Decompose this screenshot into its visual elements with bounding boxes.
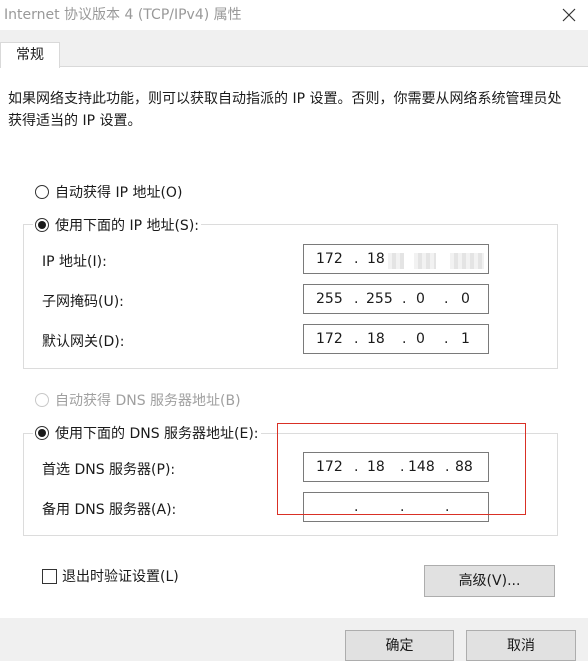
tab-strip <box>0 30 588 66</box>
radio-manual-dns-label: 使用下面的 DNS 服务器地址(E): <box>55 426 259 442</box>
default-gateway-dot-3: . <box>444 331 449 347</box>
ip-address-redaction-1 <box>388 253 404 269</box>
subnet-mask-dot-1: . <box>354 291 359 307</box>
cancel-button[interactable]: 取消 <box>466 630 576 661</box>
ok-button[interactable]: 确定 <box>345 630 454 661</box>
radio-manual-ip-label: 使用下面的 IP 地址(S): <box>55 218 199 234</box>
subnet-mask-octet-3: 0 <box>416 291 425 307</box>
subnet-mask-field[interactable]: 255 . 255 . 0 . 0 <box>303 284 489 314</box>
default-gateway-dot-1: . <box>354 331 359 347</box>
close-button[interactable] <box>550 0 588 30</box>
radio-manual-dns-circle[interactable] <box>35 426 49 440</box>
validate-on-exit-checkbox[interactable] <box>42 568 57 584</box>
ip-address-dot-1: . <box>354 251 359 267</box>
tab-general[interactable]: 常规 <box>0 42 60 68</box>
default-gateway-field[interactable]: 172 . 18 . 0 . 1 <box>303 324 489 354</box>
validate-on-exit[interactable]: 退出时验证设置(L) <box>42 566 179 586</box>
radio-auto-dns-label: 自动获得 DNS 服务器地址(B) <box>55 393 241 409</box>
ip-address-field[interactable]: 172 . 18 <box>303 244 489 274</box>
ip-address-label: IP 地址(I): <box>42 254 107 270</box>
default-gateway-octet-2: 18 <box>367 331 385 347</box>
ip-address-octet-2: 18 <box>367 251 385 267</box>
ip-address-octet-1: 172 <box>316 251 343 267</box>
window-title: Internet 协议版本 4 (TCP/IPv4) 属性 <box>4 7 242 23</box>
radio-auto-ip-circle[interactable] <box>35 185 49 199</box>
default-gateway-dot-2: . <box>402 331 407 347</box>
radio-auto-dns: 自动获得 DNS 服务器地址(B) <box>35 390 241 410</box>
default-gateway-octet-4: 1 <box>461 331 470 347</box>
radio-auto-ip[interactable]: 自动获得 IP 地址(O) <box>35 182 182 202</box>
preferred-dns-label: 首选 DNS 服务器(P): <box>42 462 176 478</box>
subnet-mask-octet-2: 255 <box>366 291 393 307</box>
subnet-mask-dot-2: . <box>402 291 407 307</box>
radio-manual-ip-circle[interactable] <box>35 218 49 232</box>
radio-manual-dns[interactable]: 使用下面的 DNS 服务器地址(E): <box>33 423 261 443</box>
validate-on-exit-label: 退出时验证设置(L) <box>62 569 179 585</box>
subnet-mask-dot-3: . <box>444 291 449 307</box>
radio-auto-dns-circle <box>35 393 49 407</box>
description-text: 如果网络支持此功能，则可以获取自动指派的 IP 设置。否则，你需要从网络系统管理… <box>8 91 562 129</box>
subnet-mask-octet-1: 255 <box>316 291 343 307</box>
ip-address-redaction-3 <box>450 253 484 269</box>
default-gateway-label: 默认网关(D): <box>42 334 125 350</box>
alternate-dns-label: 备用 DNS 服务器(A): <box>42 502 177 518</box>
default-gateway-octet-3: 0 <box>416 331 425 347</box>
highlight-box <box>277 423 526 515</box>
ip-address-redaction-2 <box>414 253 436 269</box>
default-gateway-octet-1: 172 <box>316 331 343 347</box>
radio-manual-ip[interactable]: 使用下面的 IP 地址(S): <box>33 215 201 235</box>
subnet-mask-label: 子网掩码(U): <box>42 294 124 310</box>
subnet-mask-octet-4: 0 <box>461 291 470 307</box>
advanced-button[interactable]: 高级(V)... <box>424 565 555 597</box>
radio-auto-ip-label: 自动获得 IP 地址(O) <box>55 185 183 201</box>
close-icon <box>562 8 576 22</box>
